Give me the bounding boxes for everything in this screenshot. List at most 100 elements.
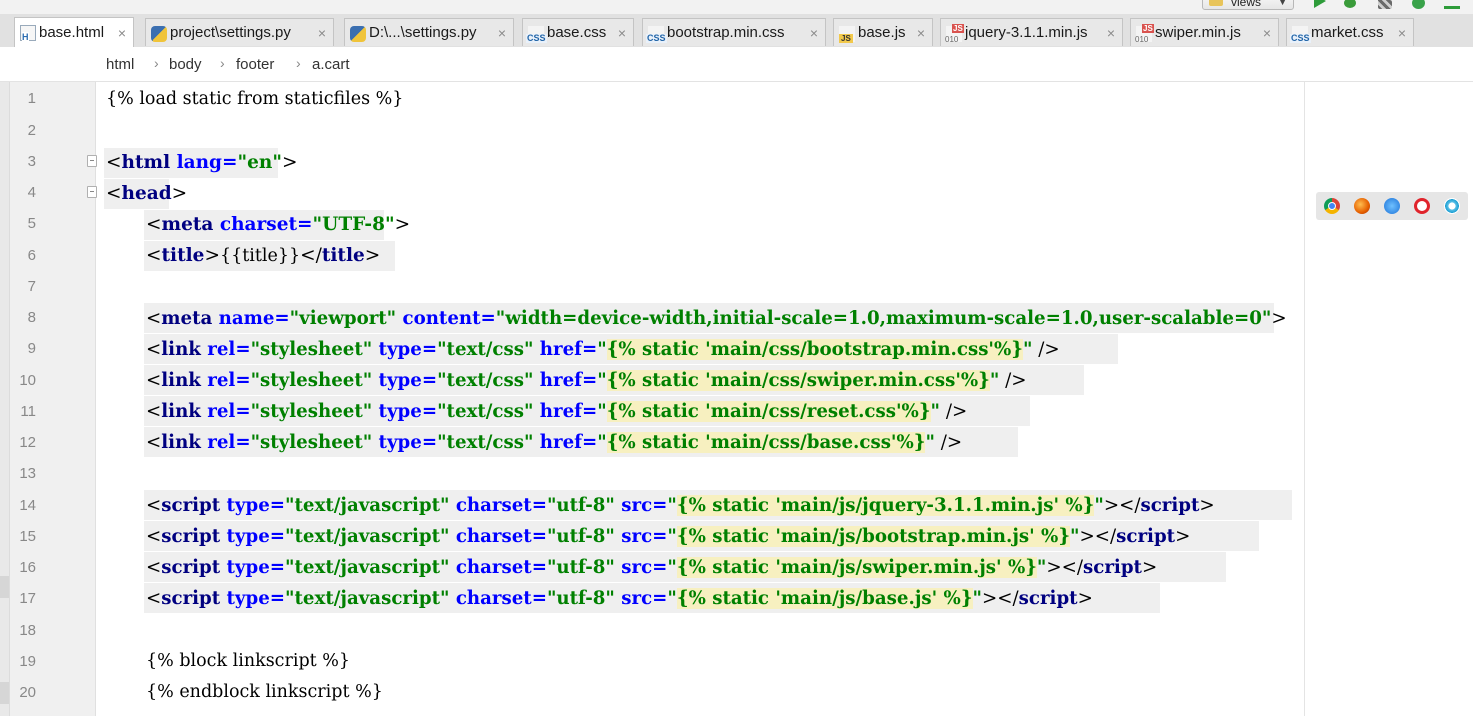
angle-bracket: < — [106, 183, 122, 204]
angle-bracket: < — [146, 588, 162, 609]
attr-value: "text/css" — [437, 432, 534, 453]
equals-sign: = — [421, 432, 438, 453]
equals-sign: = — [269, 557, 286, 578]
run-icon[interactable] — [1312, 0, 1328, 8]
code-line-10: <link rel="stylesheet" type="text/css" h… — [146, 365, 1027, 396]
tag-name: meta — [161, 308, 213, 329]
tag-name: script — [1018, 588, 1078, 609]
close-icon[interactable]: × — [810, 19, 818, 47]
self-close: /> — [934, 432, 963, 453]
main-toolbar: views ▼ — [0, 0, 1473, 14]
close-icon[interactable]: × — [1107, 19, 1115, 47]
angle-bracket: < — [146, 214, 162, 235]
code-line-14: <script type="text/javascript" charset="… — [146, 490, 1215, 521]
angle-bracket: </ — [1119, 495, 1141, 516]
angle-bracket: < — [146, 495, 162, 516]
attr-value: "utf-8" — [546, 526, 615, 547]
tag-name: meta — [161, 214, 214, 235]
browser-preview-bar — [1316, 192, 1468, 220]
python-file-icon — [151, 26, 167, 42]
quote: " — [930, 401, 941, 422]
tab-bootstrap-min-css[interactable]: bootstrap.min.css × — [642, 18, 826, 46]
css-file-icon — [1290, 26, 1311, 43]
close-icon[interactable]: × — [1398, 19, 1406, 47]
equals-sign: = — [652, 495, 668, 516]
attr-name: lang — [170, 152, 222, 173]
run-more-icon[interactable] — [1444, 0, 1460, 9]
tab-label: project\settings.py — [170, 24, 291, 41]
breadcrumb-item-html[interactable]: html — [106, 56, 134, 73]
tab-label: base.css — [547, 24, 607, 41]
firefox-icon[interactable] — [1354, 198, 1370, 214]
python-file-icon — [350, 26, 366, 42]
close-icon[interactable]: × — [1263, 19, 1271, 47]
equals-sign: = — [480, 308, 496, 329]
quote: " — [667, 557, 677, 578]
angle-bracket: < — [146, 370, 162, 391]
attr-name: charset — [449, 495, 532, 516]
close-icon[interactable]: × — [618, 19, 626, 47]
equals-sign: = — [235, 370, 251, 391]
attr-value: "width=device-width,initial-scale=1.0,ma… — [495, 308, 1272, 329]
breadcrumb-item-body[interactable]: body — [169, 56, 202, 73]
tab-base-js[interactable]: base.js × — [833, 18, 933, 46]
tag-name: head — [121, 183, 172, 204]
attr-name: href — [533, 339, 582, 360]
attr-value: "stylesheet" — [250, 370, 373, 391]
tab-base-css[interactable]: base.css × — [522, 18, 634, 46]
safari-icon[interactable] — [1384, 198, 1400, 214]
views-dropdown[interactable]: views ▼ — [1202, 0, 1294, 10]
chevron-down-icon: ▼ — [1278, 0, 1287, 7]
close-icon[interactable]: × — [917, 19, 925, 47]
angle-bracket: < — [146, 245, 162, 266]
quote: " — [989, 370, 1000, 391]
close-icon[interactable]: × — [498, 19, 506, 47]
tab-base-html[interactable]: base.html × — [14, 17, 134, 47]
code-line-1: {% load static from staticfiles %} — [106, 84, 403, 115]
close-icon[interactable]: × — [318, 19, 326, 47]
tab-swiper-min-js[interactable]: swiper.min.js × — [1130, 18, 1279, 46]
breadcrumb-separator: › — [296, 55, 301, 71]
template-tag: {% static 'main/css/bootstrap.min.css'%} — [606, 339, 1023, 360]
code-line-4: <head> — [106, 178, 187, 209]
ie-icon[interactable] — [1444, 198, 1460, 214]
tag-name: link — [161, 401, 201, 422]
coverage-icon[interactable] — [1378, 0, 1392, 9]
template-tag: {% static 'main/js/swiper.min.js' %} — [676, 557, 1037, 578]
equals-sign: = — [269, 588, 286, 609]
code-line-19: {% block linkscript %} — [146, 646, 350, 677]
attr-name: content — [396, 308, 481, 329]
tab-market-css[interactable]: market.css × — [1286, 18, 1414, 46]
attr-name: rel — [200, 370, 236, 391]
equals-sign: = — [274, 308, 290, 329]
angle-bracket: < — [106, 152, 122, 173]
attr-value: "utf-8" — [546, 557, 615, 578]
equals-sign: = — [652, 526, 668, 547]
template-tag: {% endblock linkscript %} — [146, 682, 383, 702]
code-editor[interactable]: 1 2 3 4 5 6 7 8 9 10 11 12 13 14 15 16 1… — [0, 82, 1473, 716]
attr-name: rel — [200, 401, 236, 422]
code-area[interactable]: {% load static from staticfiles %} <html… — [0, 82, 1473, 716]
tag-name: script — [1083, 557, 1142, 578]
angle-bracket: < — [146, 526, 162, 547]
quote: " — [972, 588, 983, 609]
attr-name: href — [533, 370, 582, 391]
equals-sign: = — [421, 339, 438, 360]
tab-label: market.css — [1311, 24, 1384, 41]
angle-bracket: < — [146, 401, 162, 422]
tab-jquery-min-js[interactable]: jquery-3.1.1.min.js × — [940, 18, 1123, 46]
close-icon[interactable]: × — [118, 18, 126, 48]
tag-name: html — [121, 152, 171, 173]
profile-icon[interactable] — [1412, 0, 1425, 9]
breadcrumb-item-footer[interactable]: footer — [236, 56, 274, 73]
angle-bracket: > — [1046, 557, 1062, 578]
template-tag: {% static 'main/js/bootstrap.min.js' %} — [676, 526, 1071, 547]
debug-icon[interactable] — [1344, 0, 1356, 8]
breadcrumb-item-a-cart[interactable]: a.cart — [312, 56, 350, 73]
angle-bracket: > — [1175, 526, 1191, 547]
equals-sign: = — [581, 370, 598, 391]
chrome-icon[interactable] — [1324, 198, 1340, 214]
opera-icon[interactable] — [1414, 198, 1430, 214]
tab-d-settings-py[interactable]: D:\...\settings.py × — [344, 18, 514, 46]
tab-project-settings-py[interactable]: project\settings.py × — [145, 18, 334, 46]
